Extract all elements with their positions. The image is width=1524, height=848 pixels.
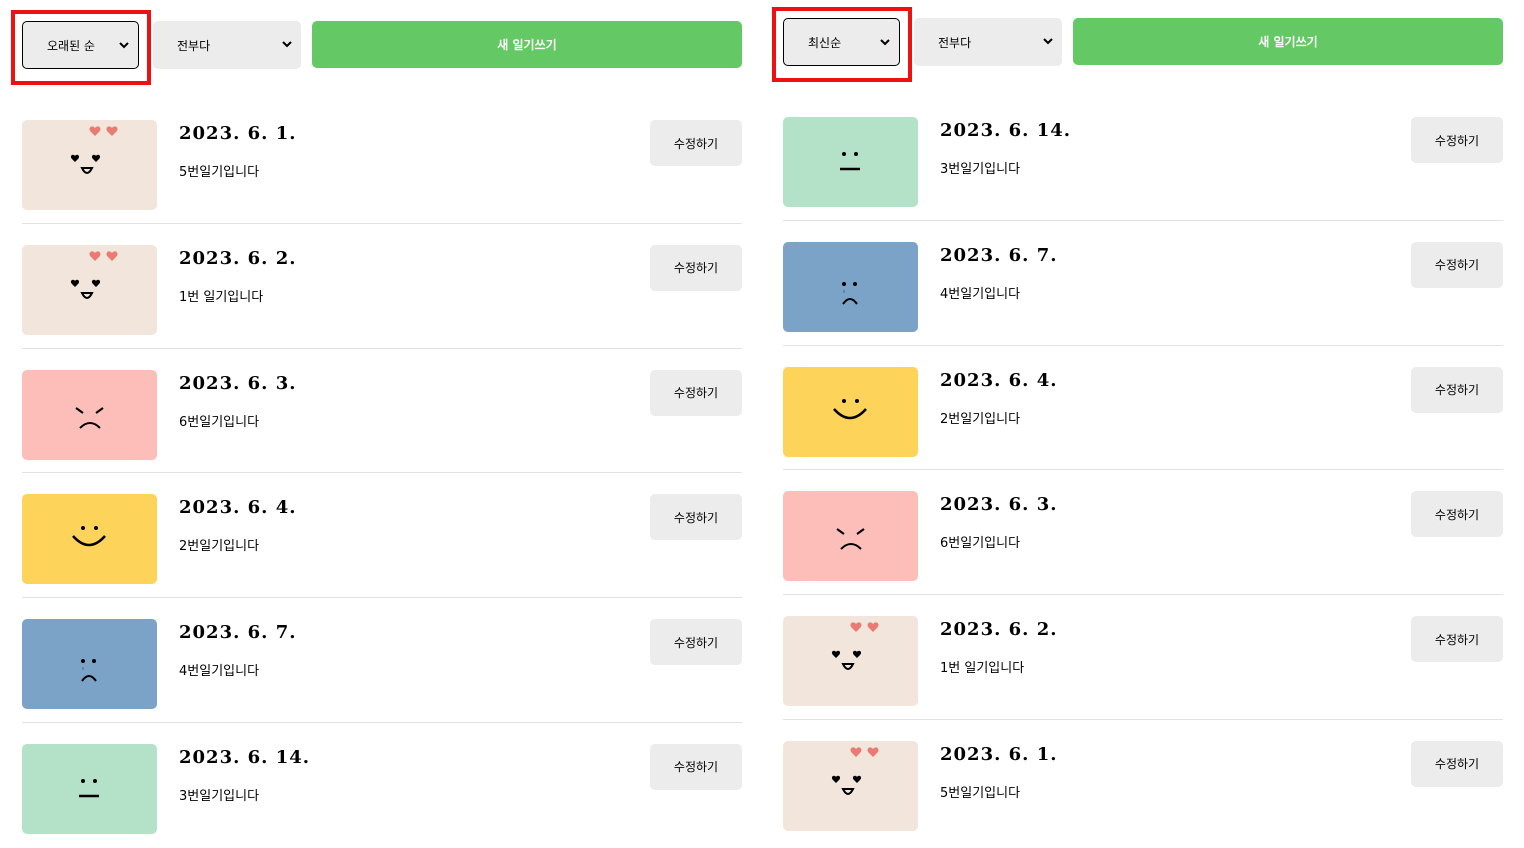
edit-button[interactable]: 수정하기 <box>650 369 742 416</box>
diary-item: 2023. 6. 1. 5번일기입니다 수정하기 <box>22 99 742 224</box>
diary-item: 2023. 6. 7. 4번일기입니다 수정하기 <box>22 598 742 723</box>
highlight-box <box>772 7 912 82</box>
diary-date[interactable]: 2023. 6. 4. <box>179 497 296 518</box>
diary-item: 2023. 6. 3. 6번일기입니다 수정하기 <box>22 349 742 474</box>
diary-item: 2023. 6. 4. 2번일기입니다 수정하기 <box>783 346 1503 471</box>
diary-content[interactable]: 4번일기입니다 <box>940 283 1020 302</box>
diary-list: 2023. 6. 1. 5번일기입니다 수정하기 2023. 6. 2. 1번 일기입니… <box>22 99 742 848</box>
diary-date[interactable]: 2023. 6. 1. <box>179 123 296 144</box>
chevron-down-icon <box>1043 38 1053 45</box>
emotion-thumbnail[interactable] <box>22 369 157 460</box>
chevron-down-icon <box>880 39 890 46</box>
diary-item: 2023. 6. 4. 2번일기입니다 수정하기 <box>22 473 742 599</box>
sort-select-value: 오래된 순 <box>47 38 95 53</box>
edit-button[interactable]: 수정하기 <box>1411 616 1503 663</box>
love-face-icon <box>70 251 118 299</box>
diary-date[interactable]: 2023. 6. 7. <box>179 622 296 643</box>
diary-date[interactable]: 2023. 6. 2. <box>179 248 296 269</box>
emotion-thumbnail[interactable] <box>22 743 157 834</box>
diary-date[interactable]: 2023. 6. 7. <box>940 245 1057 266</box>
emotion-thumbnail[interactable] <box>783 740 918 831</box>
diary-list: 2023. 6. 14. 3번일기입니다 수정하기 2023. 6. 7. 4번일기입니… <box>783 96 1503 845</box>
sad-face-icon <box>81 659 97 682</box>
filter-select-value: 전부다 <box>177 38 211 53</box>
diary-content[interactable]: 1번 일기입니다 <box>940 657 1024 676</box>
diary-content[interactable]: 4번일기입니다 <box>179 660 259 679</box>
diary-item: 2023. 6. 2. 1번 일기입니다 수정하기 <box>783 595 1503 720</box>
angry-face-icon <box>75 406 104 429</box>
diary-date[interactable]: 2023. 6. 1. <box>940 744 1057 765</box>
diary-item: 2023. 6. 7. 4번일기입니다 수정하기 <box>783 221 1503 346</box>
diary-content[interactable]: 6번일기입니다 <box>179 411 259 430</box>
sad-face-icon <box>842 281 858 305</box>
filter-select-value: 전부다 <box>938 35 972 50</box>
love-face-icon <box>70 126 118 174</box>
diary-date[interactable]: 2023. 6. 3. <box>940 494 1057 515</box>
diary-content[interactable]: 5번일기입니다 <box>179 161 259 180</box>
emotion-thumbnail[interactable] <box>22 494 157 585</box>
diary-content[interactable]: 6번일기입니다 <box>940 532 1020 551</box>
diary-content[interactable]: 3번일기입니다 <box>179 785 259 804</box>
diary-panel-left: 오래된 순 전부다 새 일기쓰기 2023. 6. 1. 5번일기입니다 수정하기 2… <box>11 0 742 841</box>
emotion-thumbnail[interactable] <box>783 366 918 457</box>
diary-date[interactable]: 2023. 6. 14. <box>179 747 310 768</box>
edit-button[interactable]: 수정하기 <box>650 120 742 166</box>
diary-item: 2023. 6. 1. 5번일기입니다 수정하기 <box>783 720 1503 845</box>
sort-select-value: 최신순 <box>808 35 842 50</box>
edit-button[interactable]: 수정하기 <box>1411 740 1503 787</box>
edit-button[interactable]: 수정하기 <box>1411 117 1503 163</box>
diary-content[interactable]: 2번일기입니다 <box>179 535 259 554</box>
diary-item: 2023. 6. 14. 3번일기입니다 수정하기 <box>783 96 1503 221</box>
diary-date[interactable]: 2023. 6. 3. <box>179 373 296 394</box>
emotion-thumbnail[interactable] <box>783 616 918 707</box>
chevron-down-icon <box>282 41 292 48</box>
diary-item: 2023. 6. 2. 1번 일기입니다 수정하기 <box>22 224 742 349</box>
menu-bar: 오래된 순 전부다 새 일기쓰기 <box>11 10 742 85</box>
filter-select[interactable]: 전부다 <box>153 21 301 69</box>
neutral-face-icon <box>79 778 99 798</box>
love-face-icon <box>831 622 879 671</box>
emotion-thumbnail[interactable] <box>22 619 157 710</box>
angry-face-icon <box>836 528 865 551</box>
sort-select[interactable]: 최신순 <box>772 7 912 82</box>
emotion-thumbnail[interactable] <box>783 241 918 332</box>
neutral-face-icon <box>840 152 860 171</box>
diary-item: 2023. 6. 3. 6번일기입니다 수정하기 <box>783 470 1503 596</box>
new-diary-button[interactable]: 새 일기쓰기 <box>1073 18 1503 65</box>
filter-select[interactable]: 전부다 <box>914 18 1062 66</box>
diary-panel-right: 최신순 전부다 새 일기쓰기 2023. 6. 14. 3번일기입니다 수정하기 20… <box>772 0 1503 838</box>
edit-button[interactable]: 수정하기 <box>650 244 742 291</box>
edit-button[interactable]: 수정하기 <box>1411 491 1503 538</box>
diary-date[interactable]: 2023. 6. 4. <box>940 370 1057 391</box>
emotion-thumbnail[interactable] <box>783 117 918 207</box>
emotion-thumbnail[interactable] <box>783 491 918 582</box>
diary-item: 2023. 6. 14. 3번일기입니다 수정하기 <box>22 723 742 848</box>
diary-content[interactable]: 1번 일기입니다 <box>179 286 263 305</box>
happy-face-icon <box>72 526 106 547</box>
diary-date[interactable]: 2023. 6. 14. <box>940 120 1071 141</box>
emotion-thumbnail[interactable] <box>22 120 157 210</box>
diary-content[interactable]: 3번일기입니다 <box>940 158 1020 177</box>
diary-content[interactable]: 5번일기입니다 <box>940 782 1020 801</box>
chevron-down-icon <box>119 42 129 49</box>
edit-button[interactable]: 수정하기 <box>1411 241 1503 288</box>
diary-date[interactable]: 2023. 6. 2. <box>940 619 1057 640</box>
emotion-thumbnail[interactable] <box>22 244 157 335</box>
menu-bar: 최신순 전부다 새 일기쓰기 <box>772 7 1503 82</box>
edit-button[interactable]: 수정하기 <box>1411 366 1503 413</box>
edit-button[interactable]: 수정하기 <box>650 743 742 790</box>
sort-select[interactable]: 오래된 순 <box>11 10 151 85</box>
edit-button[interactable]: 수정하기 <box>650 494 742 541</box>
happy-face-icon <box>833 398 867 419</box>
new-diary-button[interactable]: 새 일기쓰기 <box>312 21 742 68</box>
diary-content[interactable]: 2번일기입니다 <box>940 408 1020 427</box>
edit-button[interactable]: 수정하기 <box>650 619 742 666</box>
love-face-icon <box>831 747 879 795</box>
